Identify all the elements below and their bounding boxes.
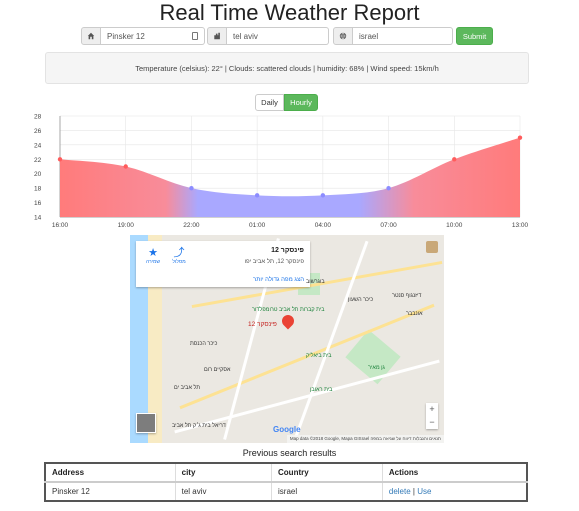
star-icon: ★ — [148, 247, 158, 259]
actions-cell: delete | Use — [381, 481, 528, 502]
contact-card-icon — [192, 32, 198, 40]
map-embed[interactable]: ★ שמירה ⤴ מסלול פינסקר 12 פינסקר 12, תל … — [130, 235, 444, 443]
y-tick-label: 16 — [34, 200, 42, 207]
x-tick-label: 01:00 — [249, 222, 266, 229]
column-header: Country — [271, 462, 383, 483]
delete-link[interactable]: delete — [389, 487, 411, 496]
page-title: Real Time Weather Report — [159, 0, 420, 25]
current-weather-summary: Temperature (celsius): 22° | Clouds: sca… — [45, 52, 529, 84]
submit-button[interactable]: Submit — [456, 27, 493, 45]
data-point — [123, 164, 128, 169]
street-view-thumbnail[interactable] — [426, 241, 438, 253]
previous-results-title: Previous search results — [242, 448, 337, 458]
y-tick-label: 28 — [34, 114, 42, 121]
zoom-in-button[interactable]: + — [426, 403, 438, 416]
country-input[interactable]: israel — [353, 27, 453, 45]
x-tick-label: 04:00 — [315, 222, 332, 229]
x-axis-labels: 16:00 19:00 22:00 01:00 04:00 07:00 10:00 13:00 — [52, 222, 529, 229]
address-input-value: Pinsker 12 — [107, 31, 145, 41]
country-cell: israel — [271, 481, 383, 502]
address-group: Pinsker 12 — [81, 27, 205, 45]
map-place-label: בית קברות תל אביב טרומפלדור — [252, 307, 325, 313]
data-point — [517, 135, 523, 140]
y-tick-label: 20 — [34, 171, 42, 178]
data-point — [320, 193, 326, 198]
map-place-label: בית ראובן — [310, 387, 333, 393]
column-header: Actions — [381, 462, 528, 483]
zoom-out-button[interactable]: − — [426, 416, 438, 429]
address-input[interactable]: Pinsker 12 — [101, 27, 205, 45]
directions-button[interactable]: ⤴ מסלול — [168, 247, 190, 265]
x-tick-label: 16:00 — [52, 222, 69, 229]
place-title: פינסקר 12 — [271, 247, 304, 254]
column-header: city — [174, 462, 273, 483]
map-place-label: כיכר הכנסת — [190, 341, 218, 347]
location-pin-icon[interactable] — [279, 312, 297, 330]
hourly-button[interactable]: Hourly — [284, 94, 318, 111]
home-icon — [81, 27, 101, 45]
country-input-value: israel — [359, 31, 379, 41]
map-place-label: גן מאיר — [368, 365, 385, 371]
table-header-row: Address city Country Actions — [44, 462, 528, 483]
place-info-card: ★ שמירה ⤴ מסלול פינסקר 12 פינסקר 12, תל … — [136, 241, 310, 287]
save-place-button[interactable]: ★ שמירה — [142, 247, 164, 265]
address-cell: Pinsker 12 — [44, 481, 176, 502]
map-place-label: כיכר השעון — [348, 297, 374, 303]
temperature-area — [60, 137, 520, 217]
temperature-chart: 16:00 19:00 22:00 01:00 04:00 07:00 10:00 13:00… — [34, 114, 529, 230]
y-tick-label: 18 — [34, 186, 42, 193]
map-place-label: בוגרשוב — [306, 279, 325, 285]
map-place-label: דיזנגוף סנטר — [392, 293, 422, 299]
action-separator: | — [412, 487, 415, 496]
pin-label: פינסקר 12 — [248, 321, 277, 328]
view-toggle: Daily Hourly — [255, 94, 318, 111]
zoom-controls: + − — [426, 403, 438, 429]
country-group: israel — [333, 27, 453, 45]
map-attribution: Map data ©2018 Google, Mapa GISrael תנאי… — [286, 435, 444, 443]
x-tick-label: 10:00 — [446, 222, 463, 229]
x-tick-label: 22:00 — [183, 222, 200, 229]
map-place-label: אסקיים רום — [204, 367, 231, 373]
previous-results-table: Address city Country Actions Pinsker 12 … — [44, 462, 528, 502]
column-header: Address — [44, 462, 176, 483]
y-tick-label: 26 — [34, 128, 42, 135]
city-cell: tel aviv — [174, 481, 273, 502]
google-logo: Google — [273, 425, 301, 434]
data-point — [452, 157, 457, 162]
data-point — [254, 193, 260, 198]
city-group: tel aviv — [207, 27, 329, 45]
directions-icon: ⤴ — [173, 247, 185, 259]
y-tick-label: 24 — [34, 142, 42, 149]
map-place-label: אונבבר — [406, 311, 423, 317]
x-tick-label: 13:00 — [512, 222, 529, 229]
y-axis-labels: 14 16 18 20 22 24 26 28 — [34, 114, 42, 222]
data-point — [57, 157, 63, 162]
x-tick-label: 19:00 — [118, 222, 135, 229]
place-address: פינסקר 12, תל אביב יפו — [244, 259, 304, 265]
data-point — [386, 185, 391, 191]
globe-icon — [333, 27, 353, 45]
table-row: Pinsker 12 tel aviv israel delete | Use — [44, 481, 528, 502]
city-input-value: tel aviv — [233, 31, 258, 41]
city-input[interactable]: tel aviv — [227, 27, 329, 45]
map-place-label: בית ביאליק — [306, 353, 332, 359]
map-place-label: דריאל בית ג׳ק תל אביב — [172, 423, 226, 429]
use-link[interactable]: Use — [417, 487, 431, 496]
y-tick-label: 22 — [34, 157, 42, 164]
satellite-toggle[interactable] — [136, 413, 156, 433]
y-tick-label: 14 — [34, 215, 42, 222]
larger-map-link[interactable]: הצג מפה גדולה יותר — [253, 277, 304, 283]
data-point — [189, 185, 194, 191]
daily-button[interactable]: Daily — [255, 94, 284, 111]
map-place-label: תל אביב ים — [174, 385, 201, 391]
building-icon — [207, 27, 227, 45]
x-tick-label: 07:00 — [380, 222, 397, 229]
